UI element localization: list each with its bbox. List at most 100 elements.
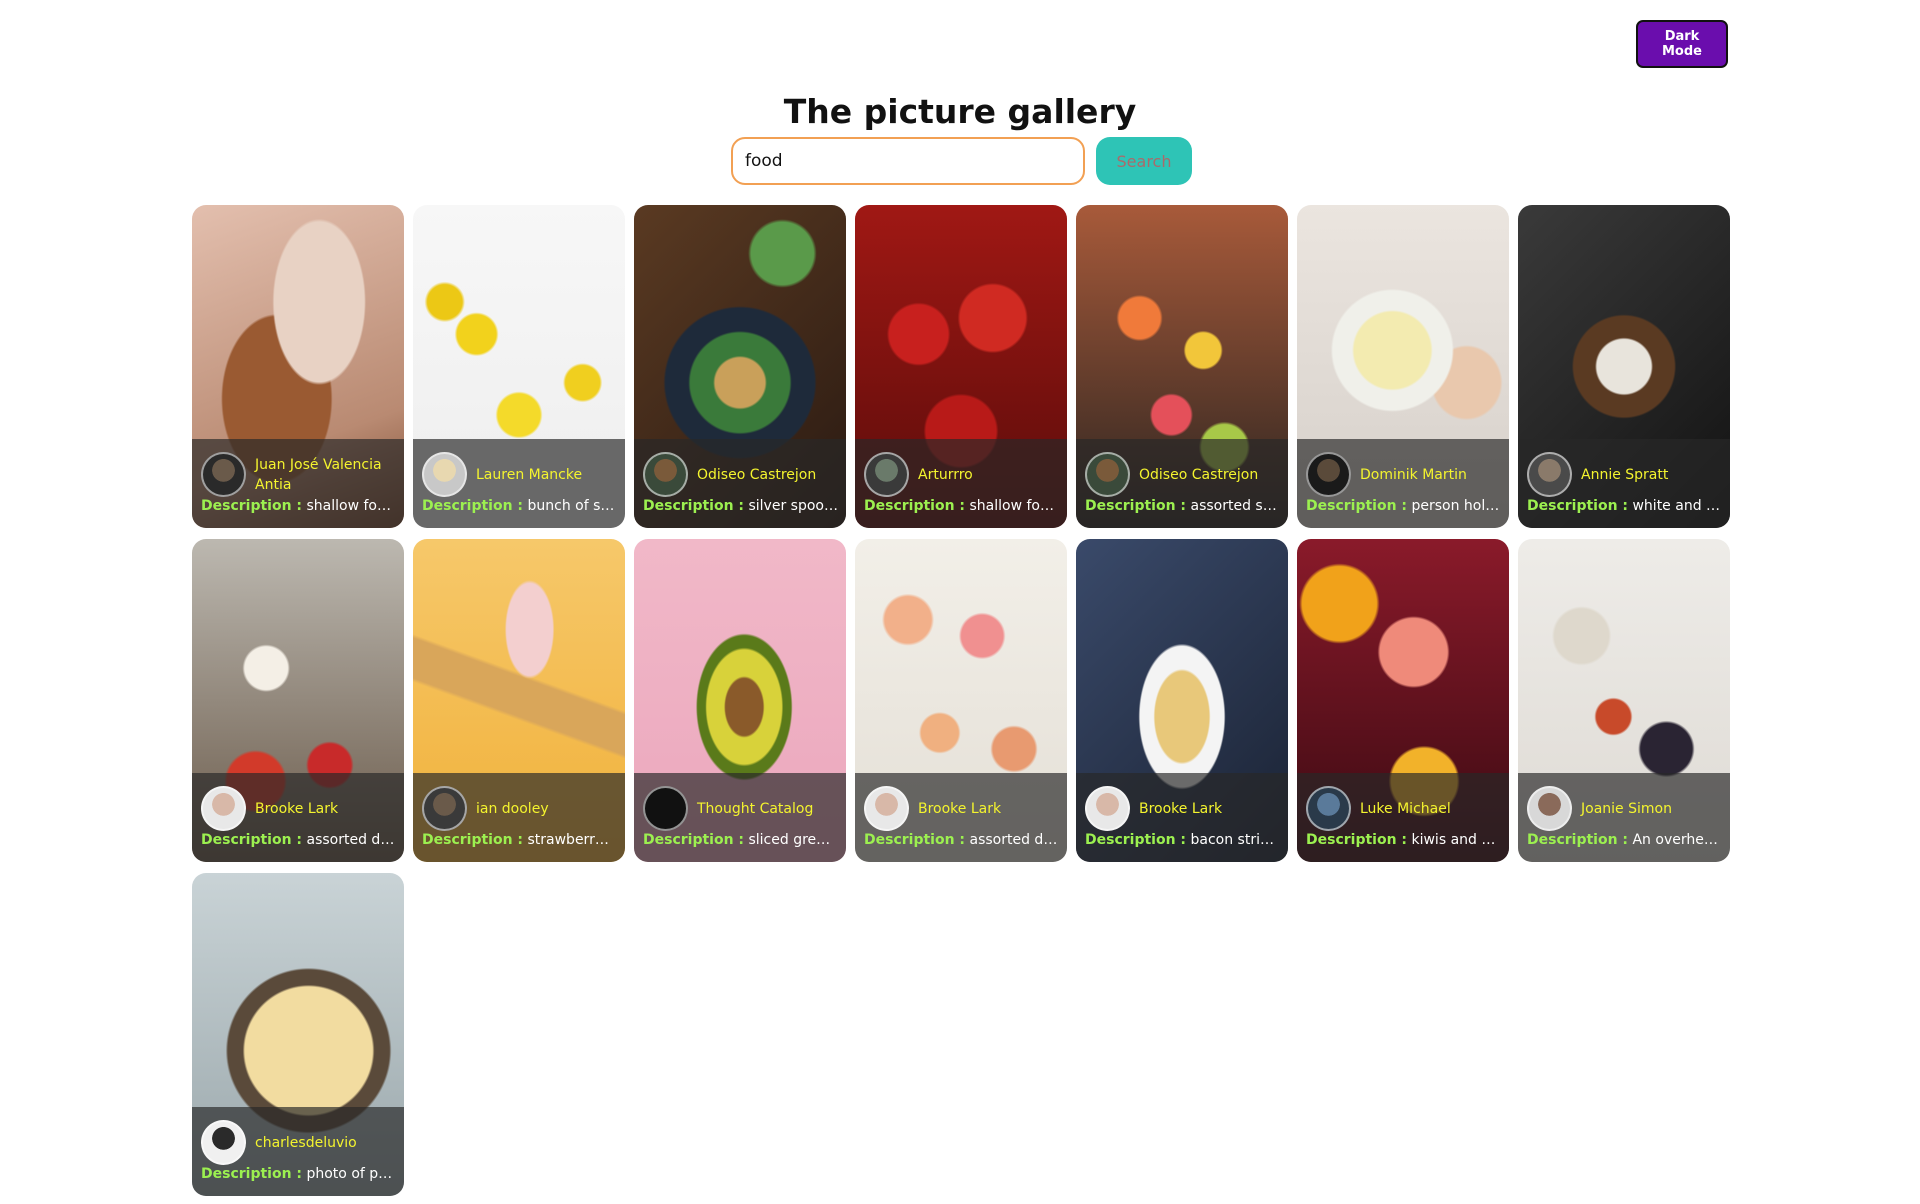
- avatar[interactable]: [422, 786, 467, 831]
- author-row: charlesdeluvio: [201, 1119, 396, 1166]
- avatar[interactable]: [864, 452, 909, 497]
- description-text: kiwis and ora...: [1411, 832, 1501, 848]
- description-label: Description :: [643, 832, 745, 848]
- search-button[interactable]: Search: [1096, 137, 1192, 185]
- avatar[interactable]: [422, 452, 467, 497]
- image-grid: Juan José Valencia Antia Description : sh…: [192, 205, 1730, 1196]
- description-label: Description :: [1527, 832, 1629, 848]
- image-card[interactable]: Thought Catalog Description : sliced gree…: [634, 539, 846, 862]
- author-row: Thought Catalog: [643, 785, 838, 832]
- description: Description : bunch of slice...: [422, 498, 617, 514]
- description-label: Description :: [422, 832, 524, 848]
- description-label: Description :: [201, 832, 303, 848]
- description: Description : assorted don...: [864, 832, 1059, 848]
- card-caption: Odiseo Castrejon Description : assorted s…: [1076, 439, 1288, 528]
- description-text: shallow focus...: [969, 498, 1059, 514]
- image-card[interactable]: Juan José Valencia Antia Description : sh…: [192, 205, 404, 528]
- description-label: Description :: [1085, 832, 1187, 848]
- card-caption: Joanie Simon Description : An overhead ..…: [1518, 773, 1730, 862]
- image-card[interactable]: ian dooley Description : strawberry ic...: [413, 539, 625, 862]
- author-row: Odiseo Castrejon: [643, 451, 838, 498]
- avatar[interactable]: [864, 786, 909, 831]
- author-row: ian dooley: [422, 785, 617, 832]
- avatar[interactable]: [201, 1120, 246, 1165]
- author-name[interactable]: ian dooley: [476, 799, 549, 819]
- image-card[interactable]: Lauren Mancke Description : bunch of slic…: [413, 205, 625, 528]
- author-name[interactable]: Lauren Mancke: [476, 465, 582, 485]
- image-card[interactable]: Joanie Simon Description : An overhead ..…: [1518, 539, 1730, 862]
- search-input[interactable]: [731, 137, 1085, 185]
- description-text: sliced green ...: [748, 832, 838, 848]
- card-caption: Odiseo Castrejon Description : silver spo…: [634, 439, 846, 528]
- author-row: Luke Michael: [1306, 785, 1501, 832]
- description-text: assorted drin...: [306, 832, 396, 848]
- image-card[interactable]: Brooke Lark Description : bacon strips ..…: [1076, 539, 1288, 862]
- description-label: Description :: [1306, 498, 1408, 514]
- description-text: shallow focus...: [306, 498, 396, 514]
- image-card[interactable]: Luke Michael Description : kiwis and ora.…: [1297, 539, 1509, 862]
- author-name[interactable]: Thought Catalog: [697, 799, 813, 819]
- description-label: Description :: [643, 498, 745, 514]
- description-label: Description :: [422, 498, 524, 514]
- author-name[interactable]: charlesdeluvio: [255, 1133, 357, 1153]
- author-row: Arturrro: [864, 451, 1059, 498]
- avatar[interactable]: [201, 786, 246, 831]
- description: Description : kiwis and ora...: [1306, 832, 1501, 848]
- avatar[interactable]: [1527, 786, 1572, 831]
- card-caption: Arturrro Description : shallow focus...: [855, 439, 1067, 528]
- description-text: assorted slice...: [1190, 498, 1280, 514]
- author-name[interactable]: Brooke Lark: [255, 799, 338, 819]
- description: Description : silver spoon o...: [643, 498, 838, 514]
- author-name[interactable]: Arturrro: [918, 465, 973, 485]
- author-name[interactable]: Annie Spratt: [1581, 465, 1668, 485]
- author-name[interactable]: Joanie Simon: [1581, 799, 1672, 819]
- description: Description : strawberry ic...: [422, 832, 617, 848]
- card-caption: ian dooley Description : strawberry ic...: [413, 773, 625, 862]
- card-caption: charlesdeluvio Description : photo of pop…: [192, 1107, 404, 1196]
- description-label: Description :: [201, 498, 303, 514]
- avatar[interactable]: [643, 786, 688, 831]
- author-name[interactable]: Brooke Lark: [1139, 799, 1222, 819]
- author-name[interactable]: Luke Michael: [1360, 799, 1451, 819]
- author-name[interactable]: Brooke Lark: [918, 799, 1001, 819]
- author-name[interactable]: Dominik Martin: [1360, 465, 1467, 485]
- author-name[interactable]: Odiseo Castrejon: [697, 465, 816, 485]
- image-card[interactable]: Odiseo Castrejon Description : assorted s…: [1076, 205, 1288, 528]
- card-caption: Dominik Martin Description : person holdi…: [1297, 439, 1509, 528]
- description-label: Description :: [1085, 498, 1187, 514]
- description-text: strawberry ic...: [527, 832, 617, 848]
- card-caption: Thought Catalog Description : sliced gree…: [634, 773, 846, 862]
- description: Description : bacon strips ...: [1085, 832, 1280, 848]
- description-label: Description :: [864, 498, 966, 514]
- image-card[interactable]: Brooke Lark Description : assorted drin..…: [192, 539, 404, 862]
- avatar[interactable]: [643, 452, 688, 497]
- description: Description : assorted slice...: [1085, 498, 1280, 514]
- image-card[interactable]: Dominik Martin Description : person holdi…: [1297, 205, 1509, 528]
- image-card[interactable]: charlesdeluvio Description : photo of pop…: [192, 873, 404, 1196]
- description: Description : shallow focus...: [864, 498, 1059, 514]
- dark-mode-button[interactable]: Dark Mode: [1636, 20, 1728, 68]
- avatar[interactable]: [201, 452, 246, 497]
- author-row: Brooke Lark: [1085, 785, 1280, 832]
- avatar[interactable]: [1306, 452, 1351, 497]
- description: Description : photo of pop...: [201, 1166, 396, 1182]
- description-text: assorted don...: [969, 832, 1059, 848]
- card-caption: Lauren Mancke Description : bunch of slic…: [413, 439, 625, 528]
- image-card[interactable]: Odiseo Castrejon Description : silver spo…: [634, 205, 846, 528]
- image-card[interactable]: Brooke Lark Description : assorted don...: [855, 539, 1067, 862]
- avatar[interactable]: [1306, 786, 1351, 831]
- avatar[interactable]: [1085, 452, 1130, 497]
- author-row: Brooke Lark: [864, 785, 1059, 832]
- author-name[interactable]: Juan José Valencia Antia: [255, 455, 396, 495]
- avatar[interactable]: [1085, 786, 1130, 831]
- image-card[interactable]: Arturrro Description : shallow focus...: [855, 205, 1067, 528]
- avatar[interactable]: [1527, 452, 1572, 497]
- card-caption: Brooke Lark Description : bacon strips ..…: [1076, 773, 1288, 862]
- description: Description : white and bro...: [1527, 498, 1722, 514]
- author-row: Odiseo Castrejon: [1085, 451, 1280, 498]
- image-card[interactable]: Annie Spratt Description : white and bro.…: [1518, 205, 1730, 528]
- description: Description : person holdin...: [1306, 498, 1501, 514]
- author-name[interactable]: Odiseo Castrejon: [1139, 465, 1258, 485]
- author-row: Brooke Lark: [201, 785, 396, 832]
- description-label: Description :: [1527, 498, 1629, 514]
